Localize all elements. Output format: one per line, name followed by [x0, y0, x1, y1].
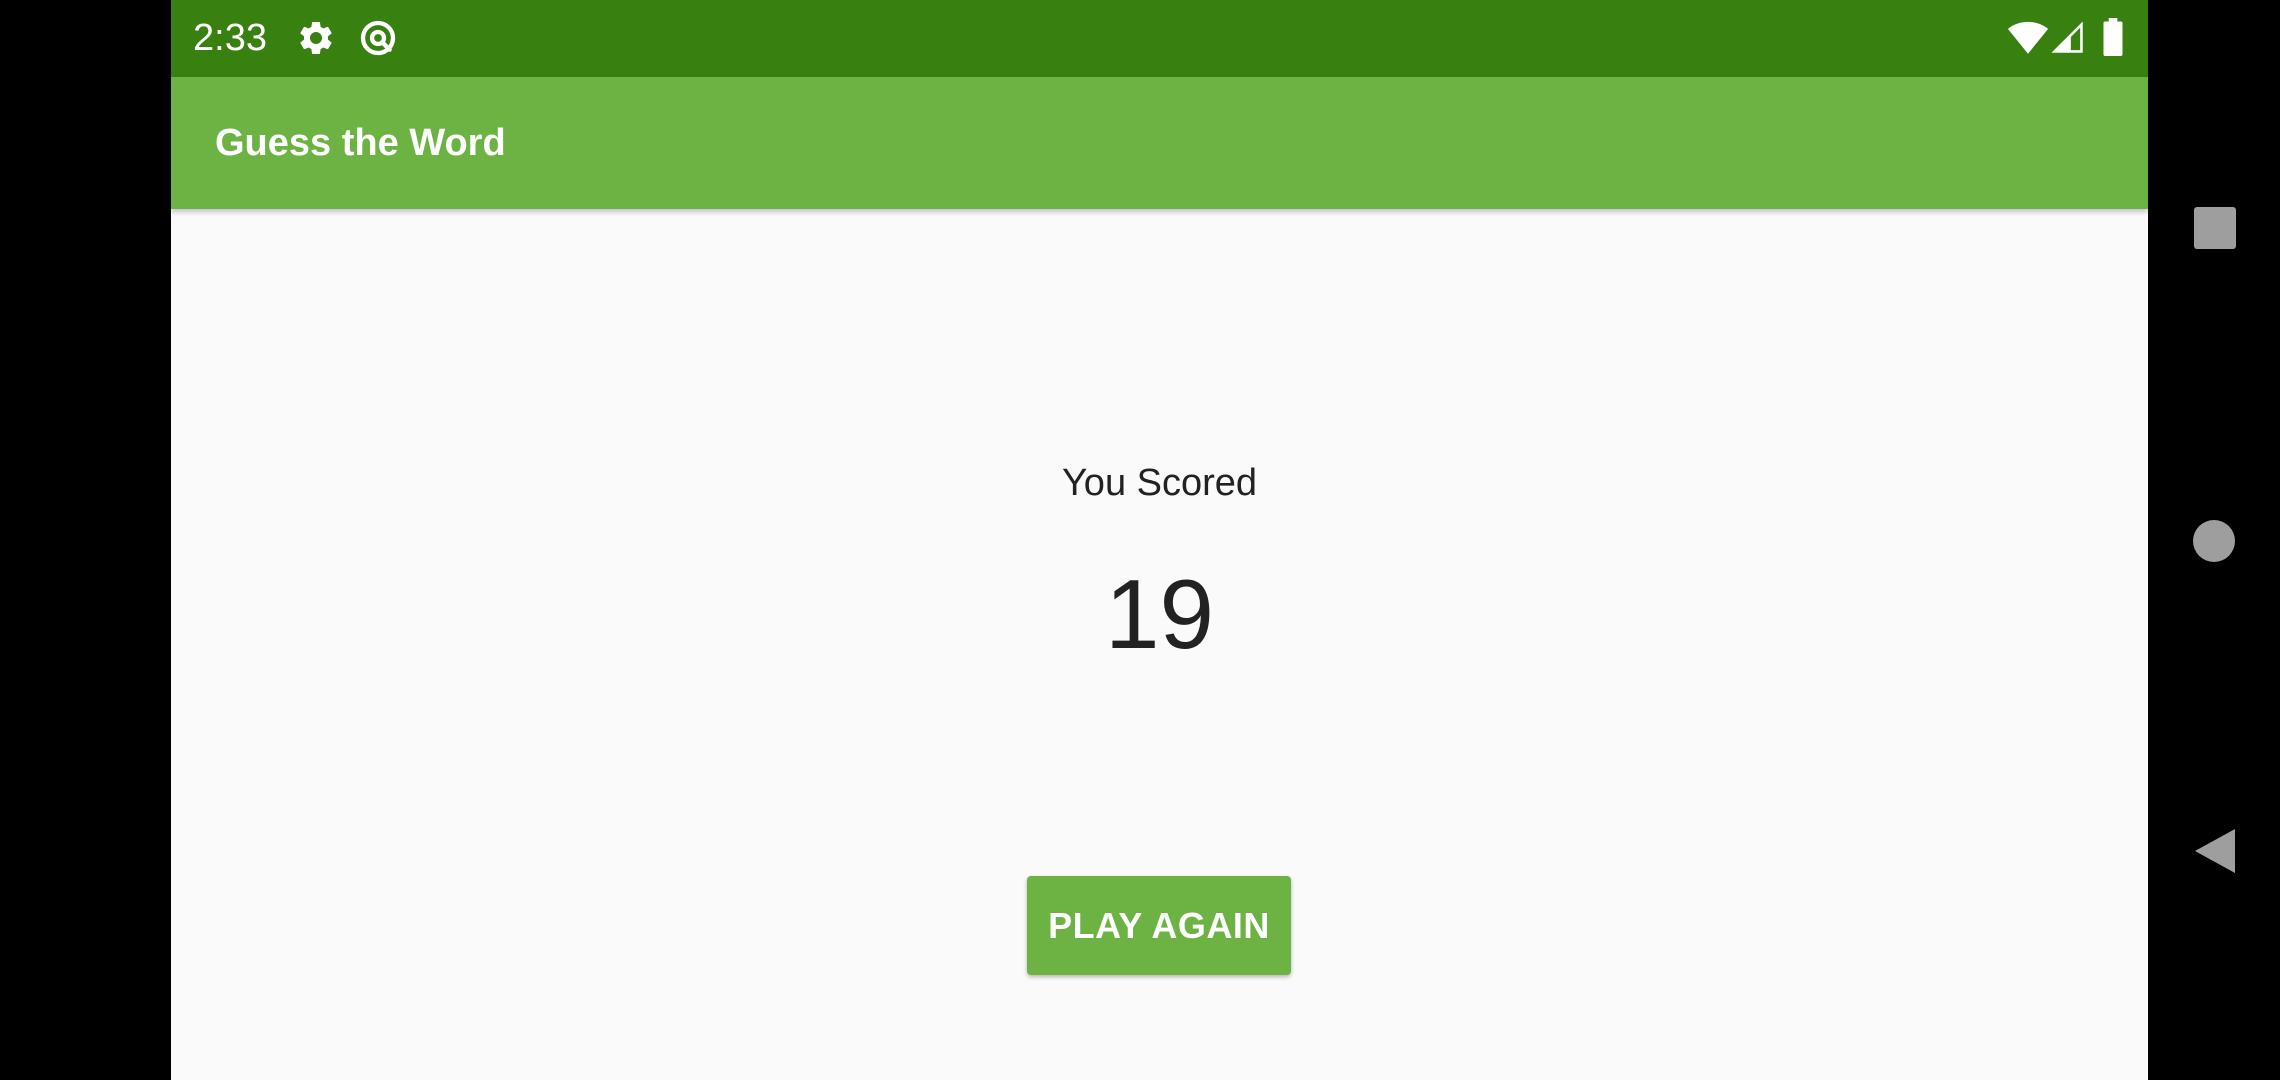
back-icon[interactable]	[2194, 828, 2236, 874]
score-screen: You Scored 19 PLAY AGAIN	[171, 209, 2148, 1080]
play-again-button[interactable]: PLAY AGAIN	[1027, 876, 1291, 975]
device-screen: 2:33 Guess the Word You Scored 19 PLAY A…	[0, 0, 2280, 1080]
score-label: You Scored	[1061, 462, 1258, 504]
signal-icon	[2051, 21, 2083, 53]
score-value: 19	[1104, 559, 1214, 669]
navigation-bar	[2148, 0, 2280, 1080]
home-icon[interactable]	[2192, 519, 2236, 563]
wifi-icon	[2007, 21, 2049, 54]
sync-icon	[360, 20, 396, 56]
app-title: Guess the Word	[215, 122, 506, 164]
recents-icon[interactable]	[2194, 207, 2236, 249]
app-window: 2:33 Guess the Word You Scored 19 PLAY A…	[171, 0, 2148, 1080]
app-bar: Guess the Word	[171, 77, 2148, 209]
status-time: 2:33	[193, 17, 267, 59]
settings-icon	[300, 21, 332, 54]
battery-icon	[2103, 18, 2123, 56]
status-bar: 2:33	[171, 0, 2148, 77]
